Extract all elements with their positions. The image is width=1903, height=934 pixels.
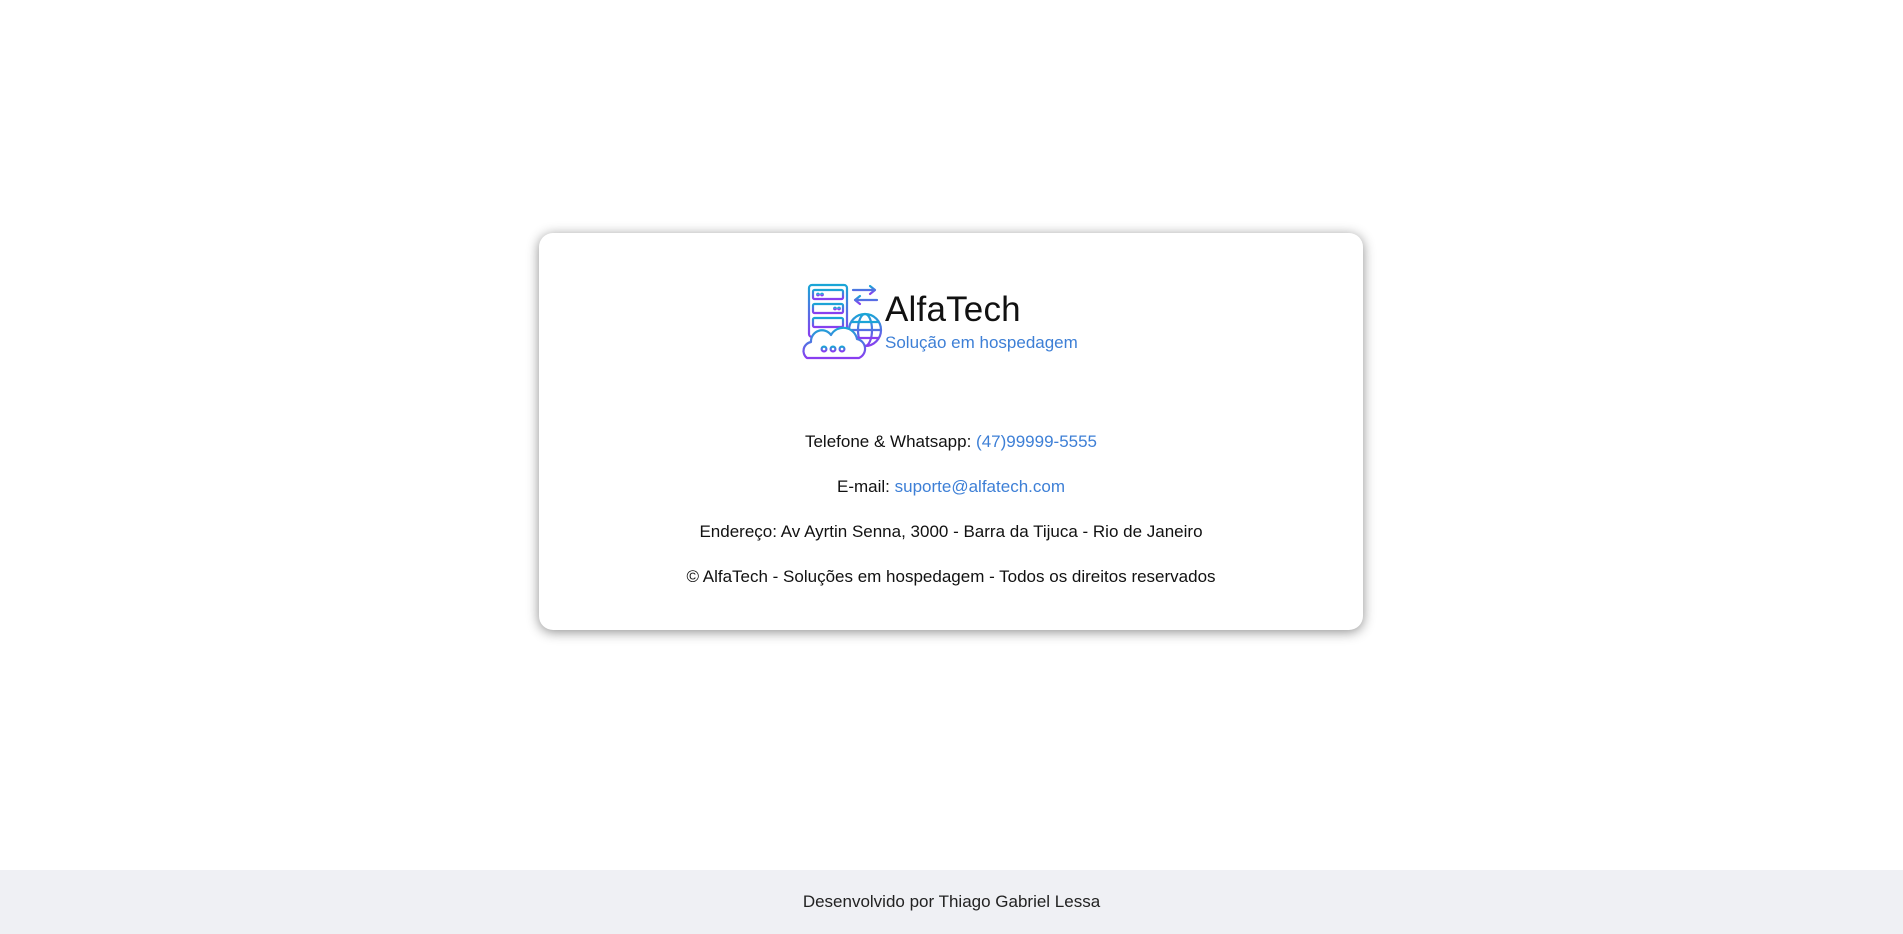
brand-name: AlfaTech <box>885 290 1021 329</box>
server-cloud-globe-icon <box>802 283 883 360</box>
developer-credit: Desenvolvido por Thiago Gabriel Lessa <box>802 892 1101 911</box>
page-footer: Desenvolvido por Thiago Gabriel Lessa <box>0 870 1903 934</box>
brand-tagline: Solução em hospedagem <box>885 333 1078 352</box>
contact-card: AlfaTech Solução em hospedagem Telefone … <box>539 233 1363 630</box>
page: AlfaTech Solução em hospedagem Telefone … <box>0 0 1903 934</box>
copyright-line: © AlfaTech - Soluções em hospedagem - To… <box>539 566 1363 588</box>
copyright-text: © AlfaTech - Soluções em hospedagem - To… <box>686 567 1216 586</box>
address-line: Endereço: Av Ayrtin Senna, 3000 - Barra … <box>539 521 1363 543</box>
email-line: E-mail: suporte@alfatech.com <box>539 476 1363 498</box>
email-link[interactable]: suporte@alfatech.com <box>895 477 1065 496</box>
phone-label: Telefone & Whatsapp: <box>804 432 972 451</box>
brand[interactable]: AlfaTech Solução em hospedagem <box>801 282 1078 362</box>
phone-link[interactable]: (47)99999-5555 <box>976 432 1097 451</box>
address-text: Endereço: Av Ayrtin Senna, 3000 - Barra … <box>699 522 1203 541</box>
email-label: E-mail: <box>837 477 890 496</box>
phone-line: Telefone & Whatsapp: (47)99999-5555 <box>539 431 1363 453</box>
brand-text: AlfaTech Solução em hospedagem <box>885 290 1078 354</box>
